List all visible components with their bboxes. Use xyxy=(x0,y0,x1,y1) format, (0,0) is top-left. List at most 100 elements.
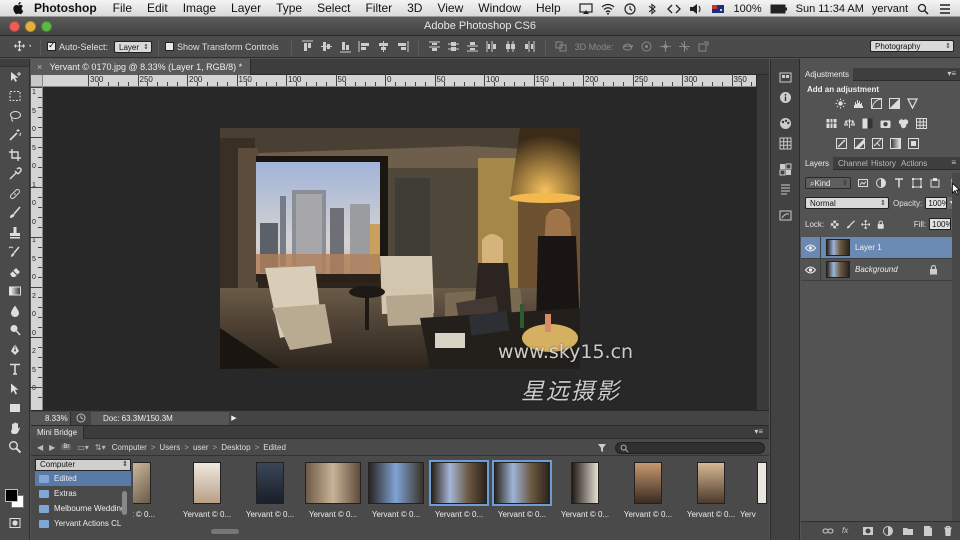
thumbnail-item[interactable]: Yervant © 0... xyxy=(618,462,678,524)
location-dropdown[interactable]: Computer xyxy=(35,459,131,471)
wifi-icon[interactable] xyxy=(601,3,615,15)
minimize-window-button[interactable] xyxy=(25,21,36,32)
hue-saturation-button[interactable] xyxy=(825,118,838,129)
spotlight-icon[interactable] xyxy=(916,3,930,15)
thumbnail-item[interactable]: Yervant © 0... xyxy=(429,460,489,524)
status-menu-arrow-icon[interactable]: ▶ xyxy=(229,414,239,422)
color-lookup-button[interactable] xyxy=(915,118,928,129)
dock-brush-preset-button[interactable] xyxy=(771,205,799,225)
tools-panel-grip[interactable] xyxy=(0,59,29,67)
gradient-tool[interactable] xyxy=(0,282,30,302)
distribute-top-icon[interactable] xyxy=(428,40,441,53)
fill-input[interactable]: 100% xyxy=(929,218,953,230)
auto-select-target-dropdown[interactable]: Layer xyxy=(114,40,153,53)
marquee-tool[interactable] xyxy=(0,87,30,107)
tab-layers[interactable]: Layers xyxy=(801,157,834,170)
crop-tool[interactable] xyxy=(0,145,30,165)
hand-tool[interactable] xyxy=(0,418,30,438)
healing-brush-tool[interactable] xyxy=(0,184,30,204)
canvas-vertical-scrollbar[interactable] xyxy=(756,75,769,410)
status-info-icon[interactable] xyxy=(75,412,87,424)
view-options-icon[interactable]: ▭▾ xyxy=(77,443,89,452)
invert-button[interactable] xyxy=(835,138,848,149)
battery-percent[interactable]: 100% xyxy=(733,3,761,15)
clock-text[interactable]: Sun 11:34 AM xyxy=(796,3,864,15)
filter-funnel-icon[interactable] xyxy=(597,443,607,453)
dock-color-button[interactable] xyxy=(771,113,799,133)
quick-mask-button[interactable] xyxy=(0,513,30,533)
quick-selection-tool[interactable] xyxy=(0,126,30,146)
selective-color-button[interactable] xyxy=(907,138,920,149)
move-tool-preset-icon[interactable] xyxy=(9,40,31,53)
lock-image-pixels-brush-icon[interactable] xyxy=(846,219,855,230)
layer-name[interactable]: Layer 1 xyxy=(855,243,882,252)
ruler-origin[interactable] xyxy=(31,75,43,87)
thumbnail-item[interactable]: Yervant © 0... xyxy=(240,462,300,524)
tab-actions[interactable]: Actions xyxy=(897,157,931,170)
menu-layer[interactable]: Layer xyxy=(231,1,261,15)
new-group-folder-icon[interactable] xyxy=(902,525,914,537)
blend-mode-dropdown[interactable]: Normal xyxy=(805,197,889,209)
menu-window[interactable]: Window xyxy=(478,1,521,15)
filter-type-icon[interactable] xyxy=(893,177,905,189)
tab-adjustments[interactable]: Adjustments xyxy=(801,68,854,81)
panel-menu-icon[interactable]: ▾≡ xyxy=(947,69,956,78)
thumbnail-item[interactable]: Yervant © 0... xyxy=(681,462,741,524)
dock-styles-button[interactable] xyxy=(771,159,799,179)
levels-button[interactable] xyxy=(852,98,865,109)
thumbnail-item[interactable]: Yervant © 0... xyxy=(303,462,363,524)
black-white-button[interactable] xyxy=(861,118,874,129)
threshold-button[interactable] xyxy=(871,138,884,149)
opacity-input[interactable]: 100% xyxy=(925,197,949,209)
dock-swatches-button[interactable] xyxy=(771,133,799,153)
3d-slide-icon[interactable] xyxy=(678,40,691,53)
posterize-button[interactable] xyxy=(853,138,866,149)
lock-position-move-icon[interactable] xyxy=(861,219,871,230)
mini-bridge-tab[interactable]: Mini Bridge xyxy=(31,426,85,439)
menu-filter[interactable]: Filter xyxy=(365,1,392,15)
menu-file[interactable]: File xyxy=(113,1,132,15)
clone-stamp-tool[interactable] xyxy=(0,223,30,243)
path-selection-tool[interactable] xyxy=(0,379,30,399)
menu-edit[interactable]: Edit xyxy=(147,1,168,15)
layer-visibility-toggle[interactable] xyxy=(801,258,821,281)
volume-icon[interactable] xyxy=(689,3,703,15)
folder-list-scrollbar[interactable] xyxy=(122,491,127,515)
path-crumb-computer[interactable]: Computer xyxy=(112,443,147,452)
folder-item[interactable]: Melbourne Wedding xyxy=(35,501,131,516)
go-to-bridge-button[interactable]: Br xyxy=(61,444,72,450)
document-tab[interactable]: × Yervant © 0170.jpg @ 8.33% (Layer 1, R… xyxy=(31,59,252,75)
pen-tool[interactable] xyxy=(0,340,30,360)
layer-visibility-toggle[interactable] xyxy=(801,236,821,259)
type-tool[interactable] xyxy=(0,360,30,380)
mini-bridge-search-input[interactable] xyxy=(615,442,765,454)
thumbnail-item[interactable]: Yervant © 0... xyxy=(177,462,237,524)
path-crumb-desktop[interactable]: Desktop xyxy=(221,443,250,452)
show-transform-checkbox[interactable] xyxy=(165,42,175,51)
menu-3d[interactable]: 3D xyxy=(407,1,422,15)
zoom-tool[interactable] xyxy=(0,438,30,458)
thumbnail-scrollbar[interactable] xyxy=(211,529,239,534)
color-balance-button[interactable] xyxy=(843,118,856,129)
new-layer-icon[interactable] xyxy=(922,525,934,537)
align-bottom-icon[interactable] xyxy=(339,40,352,53)
layer-row-background[interactable]: Background xyxy=(801,258,960,281)
layer-row-layer-1[interactable]: Layer 1 xyxy=(801,236,960,259)
rectangle-shape-tool[interactable] xyxy=(0,399,30,419)
folder-item[interactable]: Edited xyxy=(35,471,131,486)
align-left-icon[interactable] xyxy=(358,40,371,53)
back-arrow-icon[interactable]: ◀ xyxy=(37,443,43,452)
thumbnail-item[interactable]: Yervant © 0... xyxy=(366,462,426,524)
3d-drag-icon[interactable] xyxy=(659,40,672,53)
blur-tool[interactable] xyxy=(0,301,30,321)
filter-smart-object-icon[interactable] xyxy=(929,177,941,189)
align-horizontal-center-icon[interactable] xyxy=(377,40,390,53)
document-canvas[interactable]: www.sky15.cn 星远摄影 xyxy=(43,87,769,410)
apple-menu-icon[interactable] xyxy=(12,1,26,15)
vertical-ruler[interactable]: 15050100150200250 xyxy=(30,87,43,410)
forward-arrow-icon[interactable]: ▶ xyxy=(49,443,55,452)
align-top-icon[interactable] xyxy=(301,40,314,53)
align-right-icon[interactable] xyxy=(396,40,409,53)
folder-item[interactable]: Yervant Actions CL xyxy=(35,516,131,531)
distribute-vertical-center-icon[interactable] xyxy=(447,40,460,53)
